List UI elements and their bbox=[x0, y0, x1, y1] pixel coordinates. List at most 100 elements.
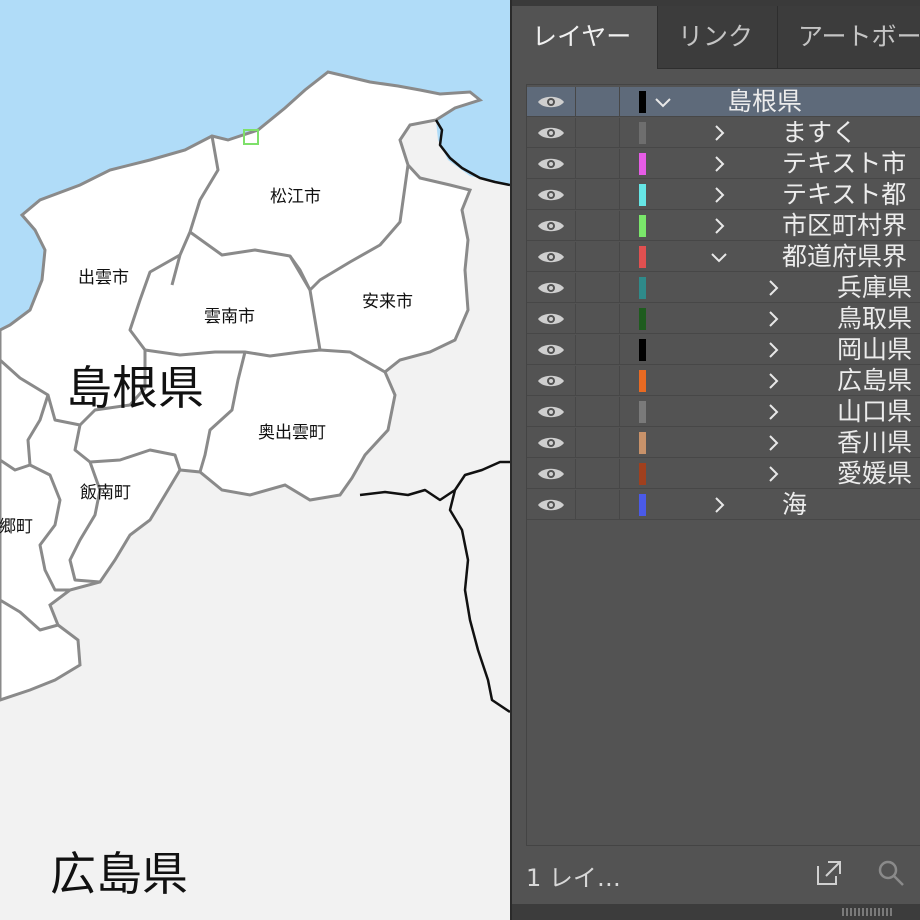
layer-color-swatch bbox=[639, 494, 646, 516]
layer-name[interactable]: 山口県 bbox=[837, 397, 912, 427]
column-divider bbox=[575, 87, 576, 117]
layer-row[interactable]: 兵庫県 bbox=[527, 273, 920, 303]
layer-row[interactable]: 山口県 bbox=[527, 397, 920, 427]
city-label-izumo: 出雲市 bbox=[78, 268, 129, 288]
tab-artboards[interactable]: アートボー bbox=[778, 6, 920, 68]
column-divider bbox=[619, 87, 620, 117]
column-divider bbox=[575, 397, 576, 427]
chevron-right-icon[interactable] bbox=[763, 366, 783, 396]
pref-label-shimane: 島根県 bbox=[66, 361, 204, 415]
chevron-down-icon[interactable] bbox=[709, 242, 729, 272]
layer-row[interactable]: 愛媛県 bbox=[527, 459, 920, 489]
layer-name[interactable]: テキスト市 bbox=[782, 149, 906, 179]
layer-name[interactable]: ますく bbox=[782, 118, 857, 148]
layer-name[interactable]: 市区町村界 bbox=[782, 211, 907, 241]
column-divider bbox=[619, 490, 620, 520]
chevron-right-icon[interactable] bbox=[709, 180, 729, 210]
city-label-iinan: 飯南町 bbox=[80, 483, 131, 503]
eye-icon[interactable] bbox=[537, 187, 565, 203]
layer-row[interactable]: テキスト都 bbox=[527, 180, 920, 210]
layer-name[interactable]: 広島県 bbox=[837, 366, 912, 396]
column-divider bbox=[575, 273, 576, 303]
layer-row[interactable]: 市区町村界 bbox=[527, 211, 920, 241]
chevron-right-icon[interactable] bbox=[709, 490, 729, 520]
layer-name[interactable]: 香川県 bbox=[837, 428, 912, 458]
chevron-right-icon[interactable] bbox=[763, 397, 783, 427]
eye-icon[interactable] bbox=[537, 156, 565, 172]
column-divider bbox=[575, 242, 576, 272]
column-divider bbox=[575, 428, 576, 458]
city-label-okuizumo: 奥出雲町 bbox=[258, 423, 326, 443]
chevron-right-icon[interactable] bbox=[763, 428, 783, 458]
eye-icon[interactable] bbox=[537, 373, 565, 389]
eye-icon[interactable] bbox=[537, 342, 565, 358]
layer-row[interactable]: 香川県 bbox=[527, 428, 920, 458]
column-divider bbox=[619, 428, 620, 458]
chevron-right-icon[interactable] bbox=[763, 304, 783, 334]
layer-name[interactable]: 島根県 bbox=[727, 87, 802, 117]
column-divider bbox=[619, 273, 620, 303]
export-icon[interactable] bbox=[814, 858, 844, 888]
eye-icon[interactable] bbox=[537, 94, 565, 110]
eye-icon[interactable] bbox=[537, 218, 565, 234]
column-divider bbox=[575, 335, 576, 365]
eye-icon[interactable] bbox=[537, 497, 565, 513]
layer-color-swatch bbox=[639, 308, 646, 330]
chevron-right-icon[interactable] bbox=[763, 335, 783, 365]
column-divider bbox=[575, 118, 576, 148]
layer-row[interactable]: 都道府県界 bbox=[527, 242, 920, 272]
column-divider bbox=[575, 211, 576, 241]
eye-icon[interactable] bbox=[537, 125, 565, 141]
eye-icon[interactable] bbox=[537, 280, 565, 296]
eye-icon[interactable] bbox=[537, 311, 565, 327]
layer-row[interactable]: 広島県 bbox=[527, 366, 920, 396]
layer-row[interactable]: 鳥取県 bbox=[527, 304, 920, 334]
column-divider bbox=[575, 366, 576, 396]
layer-color-swatch bbox=[639, 153, 646, 175]
layer-name[interactable]: 愛媛県 bbox=[837, 459, 912, 489]
layer-name[interactable]: 鳥取県 bbox=[837, 304, 912, 334]
chevron-right-icon[interactable] bbox=[763, 459, 783, 489]
layer-name[interactable]: 海 bbox=[782, 490, 807, 520]
tab-layers[interactable]: レイヤー bbox=[512, 6, 658, 69]
layer-color-swatch bbox=[639, 463, 646, 485]
eye-icon[interactable] bbox=[537, 435, 565, 451]
search-icon[interactable] bbox=[876, 858, 906, 888]
layer-color-swatch bbox=[639, 277, 646, 299]
map-canvas[interactable]: 松江市 出雲市 雲南市 安来市 奥出雲町 飯南町 美郷町 島根県 広島県 bbox=[0, 0, 510, 920]
panel-tabs: レイヤー リンク アートボー bbox=[512, 6, 920, 69]
chevron-right-icon[interactable] bbox=[709, 149, 729, 179]
layer-row[interactable]: 島根県 bbox=[527, 87, 920, 117]
column-divider bbox=[575, 149, 576, 179]
eye-icon[interactable] bbox=[537, 466, 565, 482]
tab-links[interactable]: リンク bbox=[658, 6, 778, 68]
layer-row[interactable]: 海 bbox=[527, 490, 920, 520]
column-divider bbox=[619, 180, 620, 210]
city-label-unnan: 雲南市 bbox=[204, 307, 255, 327]
city-label-yasugi: 安来市 bbox=[362, 292, 413, 312]
chevron-down-icon[interactable] bbox=[653, 87, 673, 117]
layer-color-swatch bbox=[639, 401, 646, 423]
column-divider bbox=[575, 180, 576, 210]
layer-list[interactable]: 島根県 ますく テキスト市 テキスト都 市区町村界 都道府県界 兵庫県 鳥取県 岡山県 広島県 山口… bbox=[526, 84, 920, 846]
resize-grip[interactable] bbox=[842, 908, 892, 916]
layer-name[interactable]: 岡山県 bbox=[837, 335, 912, 365]
layers-panel: レイヤー リンク アートボー 島根県 ますく テキスト市 テキスト都 市区町村界 都道府県… bbox=[510, 0, 920, 920]
column-divider bbox=[619, 242, 620, 272]
layer-row[interactable]: テキスト市 bbox=[527, 149, 920, 179]
eye-icon[interactable] bbox=[537, 404, 565, 420]
layer-row[interactable]: ますく bbox=[527, 118, 920, 148]
column-divider bbox=[619, 304, 620, 334]
chevron-right-icon[interactable] bbox=[763, 273, 783, 303]
column-divider bbox=[619, 397, 620, 427]
layer-name[interactable]: 都道府県界 bbox=[782, 242, 907, 272]
layer-name[interactable]: テキスト都 bbox=[782, 180, 906, 210]
column-divider bbox=[575, 490, 576, 520]
layer-name[interactable]: 兵庫県 bbox=[837, 273, 912, 303]
chevron-right-icon[interactable] bbox=[709, 118, 729, 148]
layer-color-swatch bbox=[639, 122, 646, 144]
eye-icon[interactable] bbox=[537, 249, 565, 265]
layer-row[interactable]: 岡山県 bbox=[527, 335, 920, 365]
chevron-right-icon[interactable] bbox=[709, 211, 729, 241]
map-svg bbox=[0, 0, 510, 920]
